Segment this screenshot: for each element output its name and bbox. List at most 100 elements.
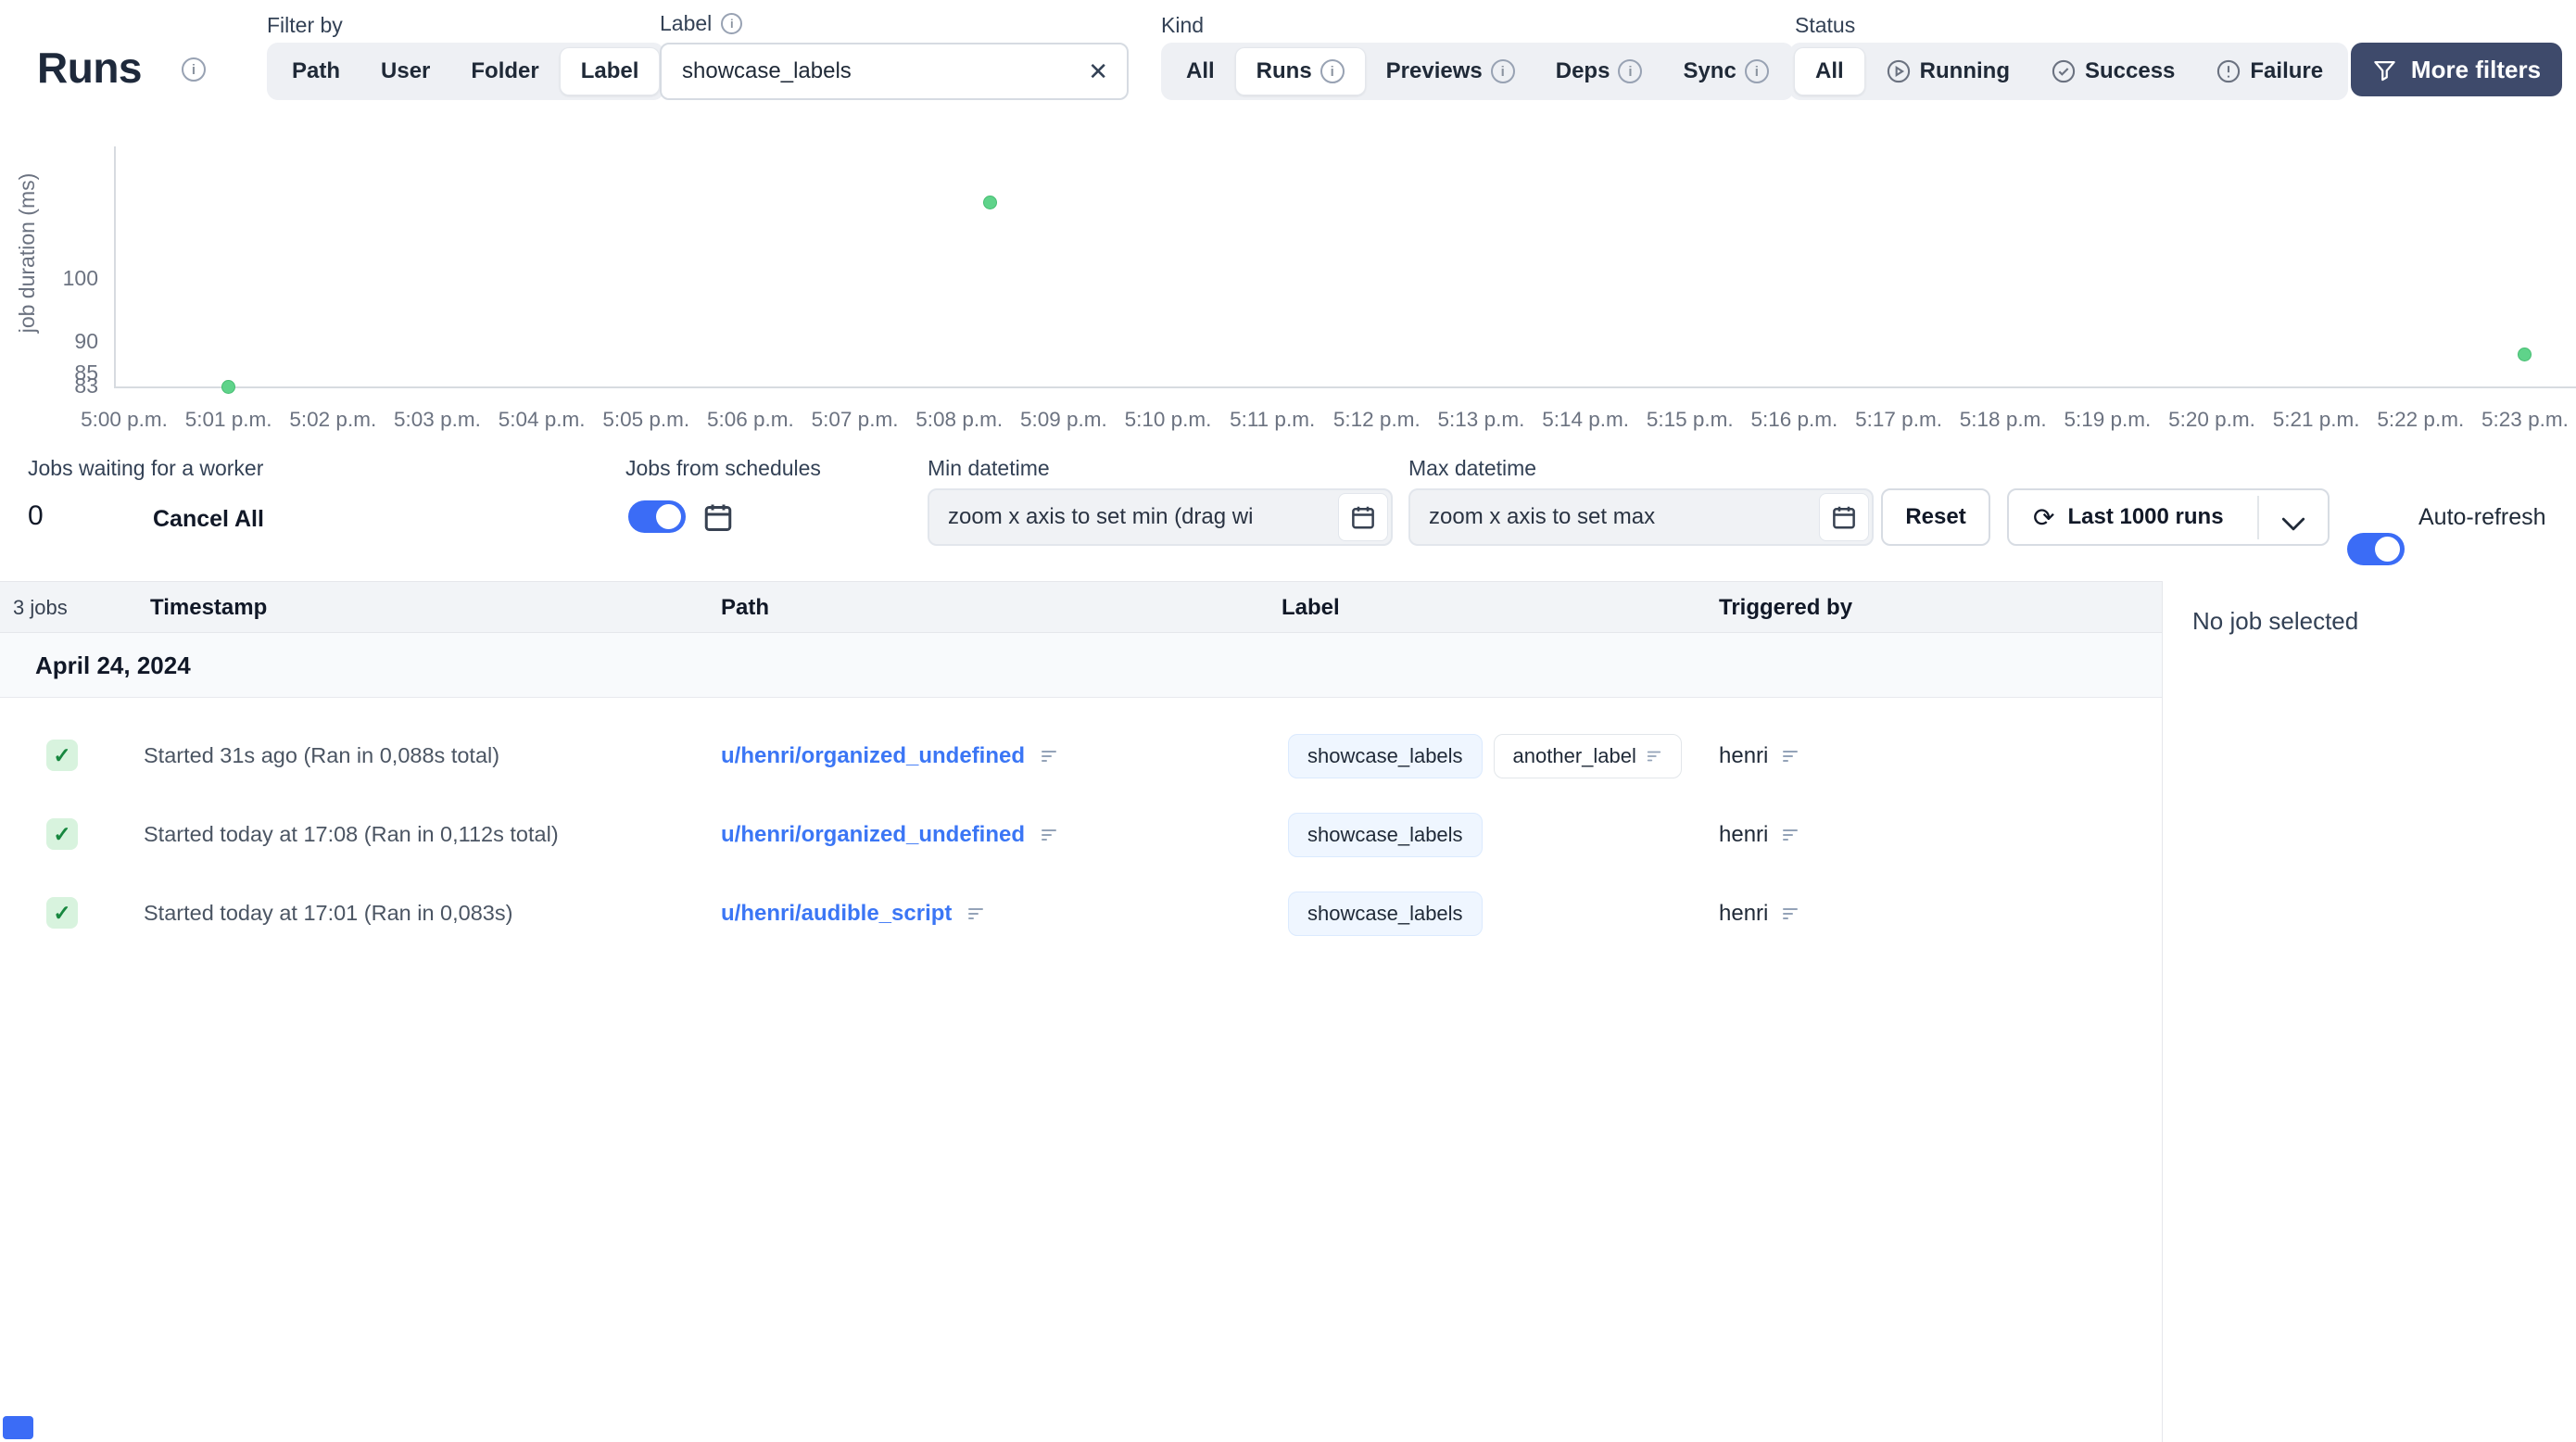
data-point[interactable] bbox=[221, 379, 236, 394]
label-field-label: Label i bbox=[660, 11, 743, 36]
success-check-icon: ✓ bbox=[46, 818, 78, 850]
filter-by-label-icon[interactable] bbox=[1646, 748, 1662, 765]
status-tab-success[interactable]: Success bbox=[2030, 47, 2195, 95]
filter-tab-label[interactable]: Label bbox=[559, 47, 661, 95]
date-group-row: April 24, 2024 bbox=[0, 633, 2162, 698]
x-tick-label: 5:01 p.m. bbox=[184, 408, 272, 431]
table-row[interactable]: ✓ Started 31s ago (Ran in 0,088s total) … bbox=[0, 716, 2162, 795]
deps-info-icon[interactable]: i bbox=[1618, 59, 1643, 83]
more-filters-button[interactable]: More filters bbox=[2351, 43, 2562, 96]
label-info-icon[interactable]: i bbox=[721, 13, 743, 34]
x-tick-label: 5:04 p.m. bbox=[498, 408, 586, 431]
previews-info-icon[interactable]: i bbox=[1490, 59, 1515, 83]
column-header-triggered-by: Triggered by bbox=[1719, 595, 1853, 620]
reset-button[interactable]: Reset bbox=[1881, 488, 1990, 546]
filter-tab-user[interactable]: User bbox=[360, 47, 450, 95]
kind-tab-sync-label: Sync bbox=[1683, 58, 1736, 83]
y-axis-line bbox=[114, 146, 116, 387]
clear-label-icon[interactable]: ✕ bbox=[1088, 57, 1108, 86]
auto-refresh-label: Auto-refresh bbox=[2418, 504, 2546, 530]
auto-refresh-toggle[interactable] bbox=[2347, 533, 2405, 565]
table-header: 3 jobs Timestamp Path Label Triggered by bbox=[0, 581, 2162, 633]
kind-tab-previews[interactable]: Previews i bbox=[1366, 47, 1535, 95]
y-tick-label: 90 bbox=[74, 329, 98, 354]
min-datetime-calendar-button[interactable] bbox=[1338, 493, 1388, 541]
filter-by-label: Filter by bbox=[267, 13, 343, 37]
row-timestamp: Started today at 17:08 (Ran in 0,112s to… bbox=[144, 822, 559, 846]
label-chip[interactable]: showcase_labels bbox=[1288, 812, 1483, 857]
schedules-toggle[interactable] bbox=[628, 500, 686, 533]
max-datetime-input[interactable] bbox=[1408, 488, 1874, 546]
chevron-down-icon[interactable] bbox=[2281, 512, 2305, 538]
filter-by-path-icon[interactable] bbox=[966, 904, 985, 923]
calendar-icon bbox=[1352, 506, 1374, 529]
kind-tab-deps[interactable]: Deps i bbox=[1535, 47, 1663, 95]
kind-segmented-control: All Runs i Previews i Deps i Sync i bbox=[1161, 43, 1794, 100]
row-path-link[interactable]: u/henri/organized_undefined bbox=[721, 822, 1025, 848]
filter-by-user-icon[interactable] bbox=[1781, 747, 1799, 765]
kind-tab-previews-label: Previews bbox=[1385, 58, 1483, 83]
no-job-selected-text: No job selected bbox=[2192, 607, 2359, 635]
status-tab-running[interactable]: Running bbox=[1865, 47, 2030, 95]
kind-tab-all[interactable]: All bbox=[1166, 47, 1235, 95]
play-circle-icon bbox=[1887, 59, 1910, 83]
x-tick-label: 5:11 p.m. bbox=[1230, 408, 1316, 431]
filter-tab-path[interactable]: Path bbox=[271, 47, 360, 95]
filter-by-segmented-control: Path User Folder Label bbox=[267, 43, 665, 100]
data-point[interactable] bbox=[2518, 348, 2532, 362]
runs-info-icon[interactable]: i bbox=[182, 57, 206, 82]
status-tab-failure[interactable]: Failure bbox=[2195, 47, 2343, 95]
filter-by-path-icon[interactable] bbox=[1040, 747, 1058, 765]
label-chip[interactable]: showcase_labels bbox=[1288, 733, 1483, 778]
x-tick-label: 5:17 p.m. bbox=[1855, 408, 1942, 431]
success-check-icon: ✓ bbox=[46, 897, 78, 929]
cancel-all-button[interactable]: Cancel All bbox=[153, 506, 264, 533]
status-segmented-control: All Running Success Failure bbox=[1789, 43, 2349, 100]
data-point[interactable] bbox=[983, 195, 998, 209]
row-timestamp: Started 31s ago (Ran in 0,088s total) bbox=[144, 743, 500, 767]
max-datetime-label: Max datetime bbox=[1408, 456, 1537, 480]
max-datetime-calendar-button[interactable] bbox=[1819, 493, 1869, 541]
funnel-icon bbox=[2374, 60, 2395, 81]
last-runs-button[interactable]: ⟳ Last 1000 runs bbox=[2007, 488, 2330, 546]
filter-by-path-icon[interactable] bbox=[1040, 826, 1058, 844]
triggered-by-user: henri bbox=[1719, 900, 1769, 926]
page-title: Runs bbox=[37, 44, 143, 92]
table-row[interactable]: ✓ Started today at 17:01 (Ran in 0,083s)… bbox=[0, 874, 2162, 953]
status-tab-all[interactable]: All bbox=[1794, 47, 1865, 95]
label-filter-input[interactable] bbox=[660, 43, 1129, 100]
sync-info-icon[interactable]: i bbox=[1744, 59, 1769, 83]
x-tick-label: 5:15 p.m. bbox=[1646, 408, 1734, 431]
calendar-icon bbox=[1833, 506, 1855, 529]
status-label: Status bbox=[1795, 13, 1856, 37]
table-row[interactable]: ✓ Started today at 17:08 (Ran in 0,112s … bbox=[0, 795, 2162, 874]
triggered-by-user: henri bbox=[1719, 742, 1769, 768]
kind-tab-sync[interactable]: Sync i bbox=[1662, 47, 1788, 95]
calendar-icon[interactable] bbox=[701, 500, 735, 534]
label-field-label-text: Label bbox=[660, 11, 713, 35]
x-tick-label: 5:08 p.m. bbox=[915, 408, 1004, 431]
filter-tab-folder[interactable]: Folder bbox=[450, 47, 559, 95]
x-tick-label: 5:18 p.m. bbox=[1959, 408, 2047, 431]
group-date-label: April 24, 2024 bbox=[35, 651, 191, 679]
filter-by-user-icon[interactable] bbox=[1781, 826, 1799, 844]
jobs-from-schedules-label: Jobs from schedules bbox=[625, 456, 821, 480]
runs-kind-info-icon[interactable]: i bbox=[1320, 59, 1345, 83]
label-chip[interactable]: another_label bbox=[1493, 733, 1682, 778]
kind-tab-runs[interactable]: Runs i bbox=[1234, 47, 1366, 95]
min-datetime-input[interactable] bbox=[928, 488, 1393, 546]
x-tick-label: 5:23 p.m. bbox=[2481, 408, 2569, 431]
column-header-label: Label bbox=[1282, 595, 1340, 620]
x-tick-label: 5:21 p.m. bbox=[2272, 408, 2360, 431]
jobs-waiting-label: Jobs waiting for a worker bbox=[28, 456, 264, 480]
label-chip[interactable]: showcase_labels bbox=[1288, 891, 1483, 936]
job-detail-panel: No job selected bbox=[2162, 581, 2576, 1442]
filter-by-user-icon[interactable] bbox=[1781, 904, 1799, 923]
row-path-link[interactable]: u/henri/organized_undefined bbox=[721, 743, 1025, 769]
x-tick-label: 5:06 p.m. bbox=[706, 408, 794, 431]
success-check-icon: ✓ bbox=[46, 740, 78, 771]
jobs-count: 3 jobs bbox=[13, 596, 68, 619]
x-tick-label: 5:00 p.m. bbox=[81, 408, 168, 431]
column-header-path: Path bbox=[721, 595, 770, 620]
row-path-link[interactable]: u/henri/audible_script bbox=[721, 901, 952, 927]
